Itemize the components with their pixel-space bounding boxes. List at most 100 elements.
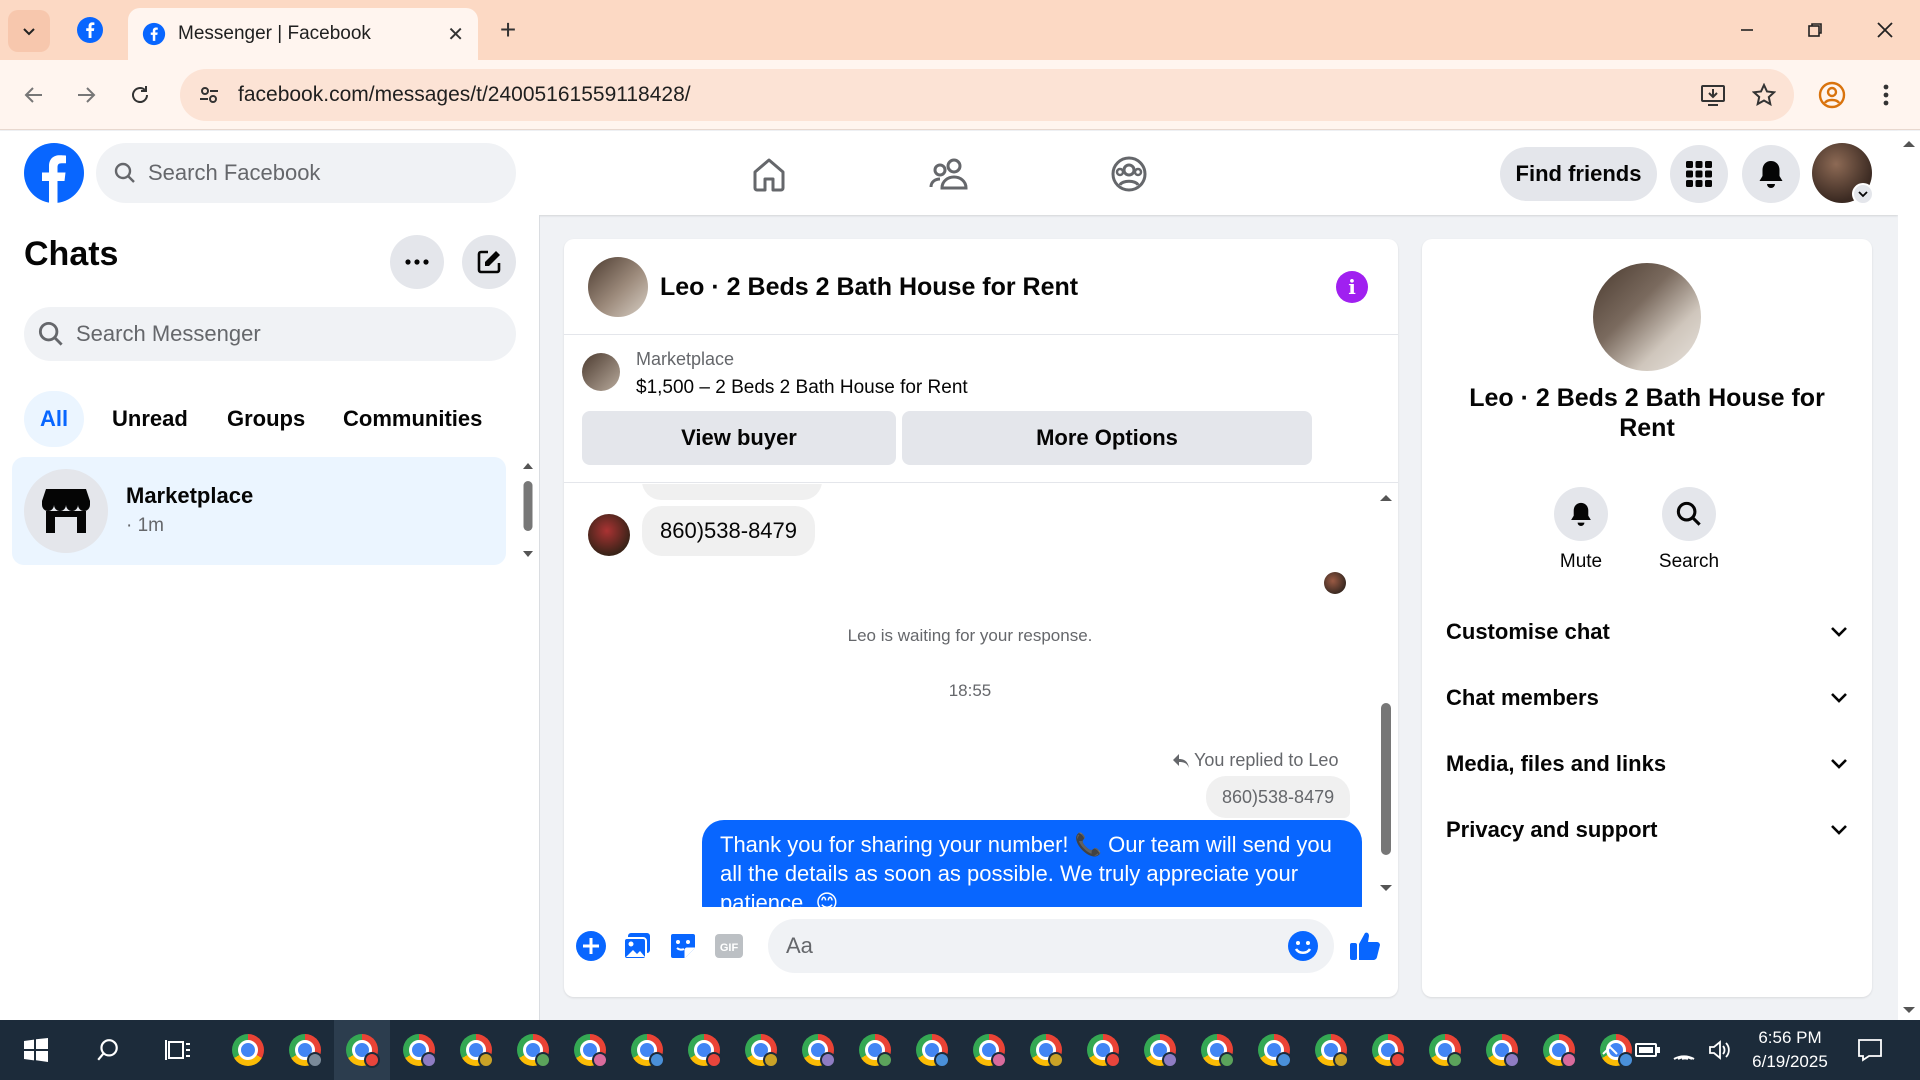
taskbar-chrome-profile-app[interactable] — [285, 1030, 325, 1070]
taskbar-chrome-profile-app[interactable] — [1140, 1030, 1180, 1070]
taskbar-chrome-profile-app[interactable] — [1539, 1030, 1579, 1070]
network-indicator[interactable] — [1670, 1038, 1698, 1062]
taskbar-chrome-profile-app[interactable] — [1254, 1030, 1294, 1070]
taskbar-chrome-profile-app[interactable] — [912, 1030, 952, 1070]
messenger-search-input[interactable]: Search Messenger — [24, 307, 516, 361]
tab-search-button[interactable] — [8, 10, 50, 52]
taskbar-chrome-profile-app[interactable] — [1197, 1030, 1237, 1070]
filter-tab-communities[interactable]: Communities — [327, 391, 498, 447]
taskbar-chrome-profile-app[interactable] — [456, 1030, 496, 1070]
taskbar-chrome-profile-app[interactable] — [1482, 1030, 1522, 1070]
profile-button[interactable] — [1812, 75, 1852, 115]
forward-button[interactable] — [66, 75, 106, 115]
taskbar-chrome-profile-app[interactable] — [969, 1030, 1009, 1070]
action-center-button[interactable] — [1856, 1038, 1884, 1062]
taskbar-chrome-profile-app[interactable] — [342, 1030, 382, 1070]
battery-indicator[interactable] — [1634, 1038, 1662, 1062]
search-action[interactable]: Search — [1644, 487, 1734, 573]
taskbar-chrome-profile-app[interactable] — [627, 1030, 667, 1070]
listing-thumbnail[interactable] — [582, 353, 620, 391]
details-avatar[interactable] — [1593, 263, 1701, 371]
site-settings-icon[interactable] — [198, 84, 220, 106]
show-hidden-icons-button[interactable] — [1596, 1038, 1624, 1062]
message-input-placeholder: Aa — [786, 933, 813, 958]
start-button[interactable] — [16, 1030, 56, 1070]
conversation-info-button[interactable]: i — [1336, 271, 1368, 303]
taskbar-chrome-app[interactable] — [228, 1030, 268, 1070]
find-friends-button[interactable]: Find friends — [1500, 147, 1657, 201]
back-button[interactable] — [14, 75, 54, 115]
section-media-files-links[interactable]: Media, files and links — [1446, 744, 1848, 784]
nav-home[interactable] — [744, 149, 794, 199]
listing-title[interactable]: $1,500 – 2 Beds 2 Bath House for Rent — [636, 377, 968, 399]
new-message-button[interactable] — [462, 235, 516, 289]
close-window-button[interactable] — [1860, 10, 1910, 50]
tab-messenger[interactable]: Messenger | Facebook ✕ — [128, 8, 478, 60]
like-button[interactable] — [1348, 929, 1382, 963]
facebook-search-input[interactable]: Search Facebook — [96, 143, 516, 203]
more-options-button[interactable]: More Options — [902, 411, 1312, 465]
section-chat-members[interactable]: Chat members — [1446, 678, 1848, 718]
reload-button[interactable] — [120, 75, 160, 115]
filter-tab-unread[interactable]: Unread — [96, 391, 204, 447]
section-customise-chat[interactable]: Customise chat — [1446, 612, 1848, 652]
chat-list-scrollbar[interactable] — [522, 461, 534, 561]
account-caret[interactable] — [1852, 183, 1874, 205]
taskbar-search-button[interactable] — [88, 1030, 128, 1070]
chats-options-button[interactable] — [390, 235, 444, 289]
conversation-avatar[interactable] — [588, 257, 648, 317]
profile-badge-icon — [592, 1052, 608, 1068]
taskbar-chrome-profile-app[interactable] — [570, 1030, 610, 1070]
new-tab-button[interactable]: + — [490, 12, 526, 48]
emoji-button[interactable] — [1286, 929, 1320, 963]
sticker-button[interactable] — [666, 929, 700, 963]
message-input[interactable]: Aa — [768, 919, 1334, 973]
mute-action[interactable]: Mute — [1536, 487, 1626, 573]
filter-tab-groups[interactable]: Groups — [211, 391, 321, 447]
groups-icon — [1111, 156, 1147, 192]
sender-avatar[interactable] — [588, 514, 630, 556]
filter-tab-all[interactable]: All — [24, 391, 85, 447]
taskbar-clock[interactable]: 6:56 PM 6/19/2025 — [1740, 1026, 1840, 1074]
install-app-icon[interactable] — [1700, 83, 1726, 107]
taskbar-chrome-profile-app[interactable] — [1368, 1030, 1408, 1070]
facebook-logo[interactable] — [24, 143, 84, 203]
nav-friends[interactable] — [924, 149, 974, 199]
search-conversation-button[interactable] — [1662, 487, 1716, 541]
gif-button[interactable]: GIF — [712, 929, 746, 963]
nav-groups[interactable] — [1104, 149, 1154, 199]
taskbar-chrome-profile-app[interactable] — [855, 1030, 895, 1070]
message-list-scrollbar[interactable] — [1378, 491, 1394, 897]
volume-indicator[interactable] — [1706, 1038, 1734, 1062]
view-buyer-button[interactable]: View buyer — [582, 411, 896, 465]
restore-button[interactable] — [1790, 10, 1840, 50]
chat-item-marketplace[interactable]: Marketplace · 1m — [12, 457, 506, 565]
mute-button[interactable] — [1554, 487, 1608, 541]
attach-media-button[interactable] — [620, 929, 654, 963]
taskbar-chrome-profile-app[interactable] — [798, 1030, 838, 1070]
pinned-tab-facebook[interactable] — [70, 10, 110, 50]
section-privacy-support[interactable]: Privacy and support — [1446, 810, 1848, 850]
taskbar-chrome-profile-app[interactable] — [684, 1030, 724, 1070]
close-tab-icon[interactable]: ✕ — [447, 22, 464, 47]
browser-menu-button[interactable] — [1866, 75, 1906, 115]
taskbar-chrome-profile-app[interactable] — [1083, 1030, 1123, 1070]
message-bubble-sent[interactable]: Thank you for sharing your number! 📞 Our… — [702, 820, 1362, 907]
notifications-button[interactable] — [1742, 145, 1800, 203]
taskbar-chrome-profile-app[interactable] — [513, 1030, 553, 1070]
minimize-button[interactable] — [1722, 10, 1772, 50]
taskbar-chrome-profile-app[interactable] — [1311, 1030, 1351, 1070]
page-scrollbar[interactable] — [1898, 131, 1920, 1020]
conversation-title[interactable]: Leo · 2 Beds 2 Bath House for Rent — [660, 273, 1078, 302]
taskbar-chrome-profile-app[interactable] — [1425, 1030, 1465, 1070]
address-bar[interactable]: facebook.com/messages/t/2400516155911842… — [180, 69, 1794, 121]
bookmark-star-icon[interactable] — [1752, 83, 1776, 107]
message-bubble-received[interactable]: 860)538-8479 — [642, 506, 816, 556]
more-actions-button[interactable] — [574, 929, 608, 963]
menu-button[interactable] — [1670, 145, 1728, 203]
quoted-message[interactable]: 860)538-8479 — [1206, 776, 1351, 818]
taskbar-chrome-profile-app[interactable] — [399, 1030, 439, 1070]
taskbar-chrome-profile-app[interactable] — [741, 1030, 781, 1070]
task-view-button[interactable] — [158, 1030, 198, 1070]
taskbar-chrome-profile-app[interactable] — [1026, 1030, 1066, 1070]
